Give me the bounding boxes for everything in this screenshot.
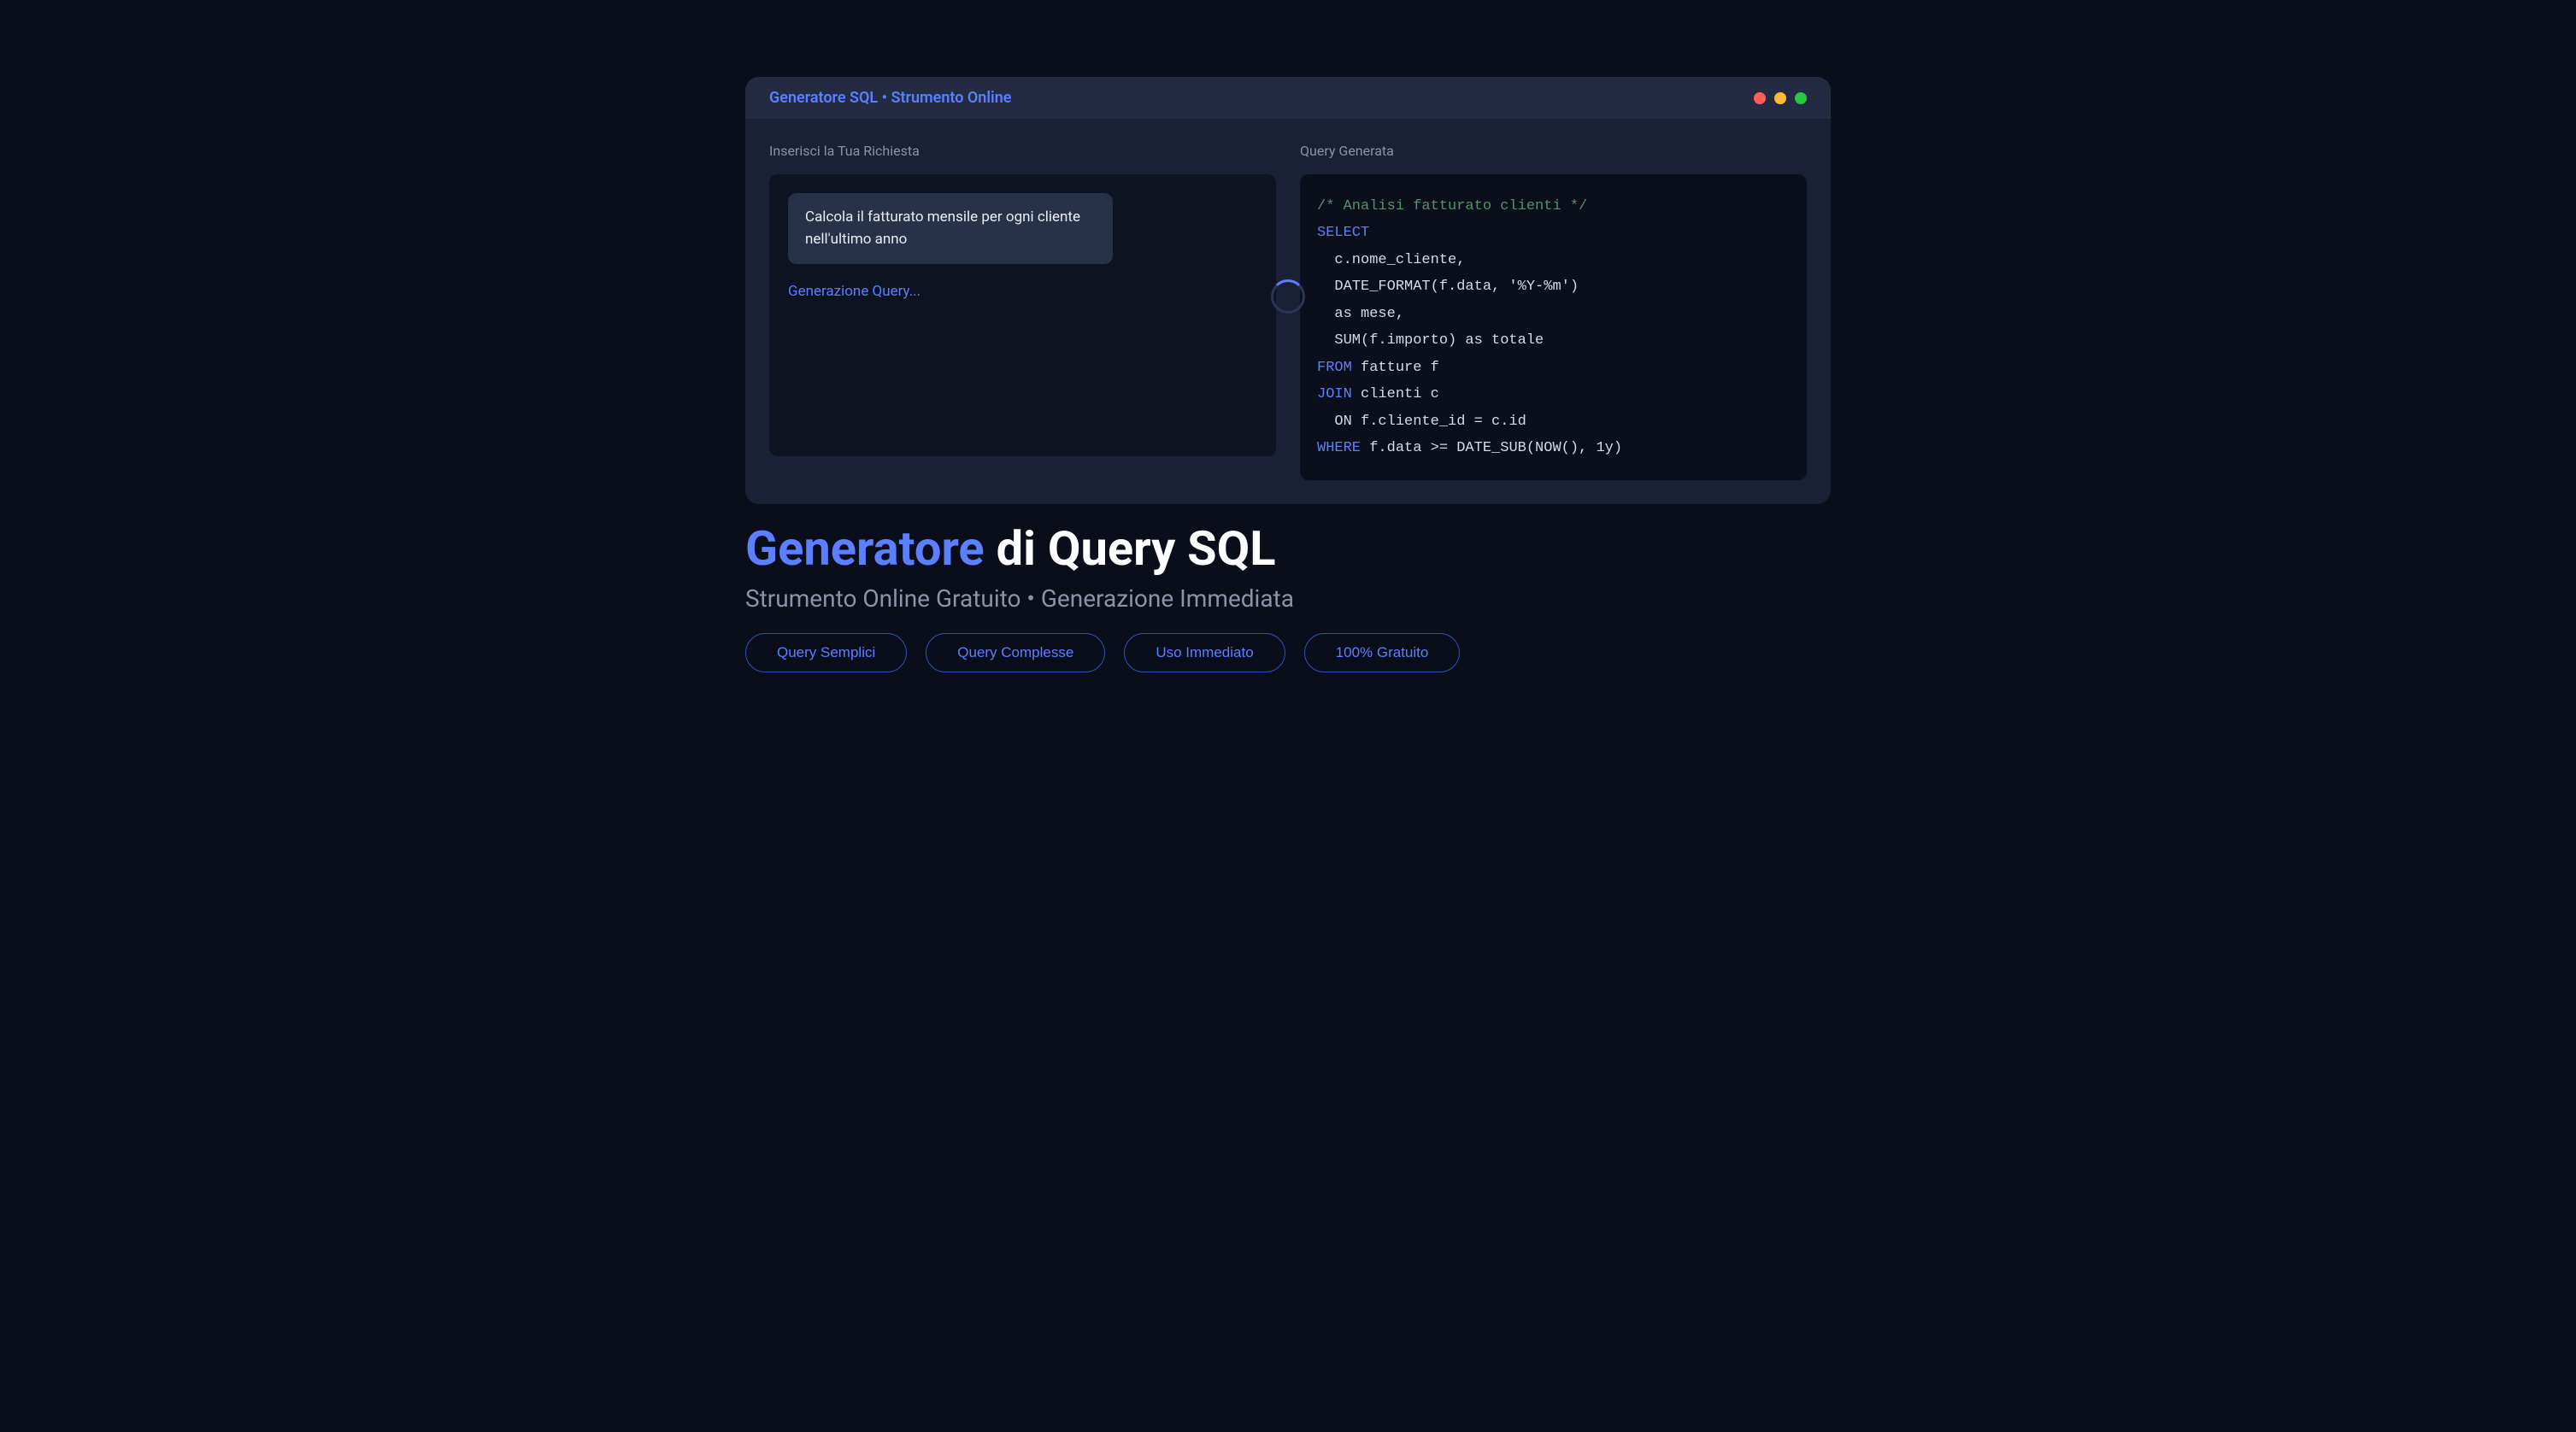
page-subtitle: Strumento Online Gratuito • Generazione … — [745, 584, 1831, 613]
code-line: clienti c — [1352, 386, 1439, 402]
code-line: as mese, — [1317, 306, 1404, 322]
input-label: Inserisci la Tua Richiesta — [769, 143, 1276, 159]
close-icon[interactable] — [1754, 92, 1766, 104]
input-pane: Inserisci la Tua Richiesta Calcola il fa… — [769, 143, 1276, 480]
code-keyword-join: JOIN — [1317, 386, 1352, 402]
output-pane: Query Generata /* Analisi fatturato clie… — [1300, 143, 1807, 480]
code-line: c.nome_cliente, — [1317, 252, 1465, 268]
maximize-icon[interactable] — [1795, 92, 1807, 104]
title-accent: Generatore — [745, 520, 985, 577]
loading-spinner — [1271, 279, 1305, 314]
window-title: Generatore SQL • Strumento Online — [769, 89, 1011, 107]
code-keyword-from: FROM — [1317, 360, 1352, 376]
feature-pills: Query Semplici Query Complesse Uso Immed… — [745, 633, 1831, 672]
code-line: fatture f — [1352, 360, 1439, 376]
code-line: SUM(f.importo) as totale — [1317, 332, 1544, 349]
pill-uso-immediato[interactable]: Uso Immediato — [1124, 633, 1285, 672]
window-header: Generatore SQL • Strumento Online — [745, 77, 1831, 119]
code-comment: /* Analisi fatturato clienti */ — [1317, 198, 1587, 214]
code-keyword-select: SELECT — [1317, 225, 1369, 241]
code-line: DATE_FORMAT(f.data, '%Y-%m') — [1317, 279, 1579, 295]
hero-section: Generatore di Query SQL Strumento Online… — [745, 523, 1831, 672]
pill-query-semplici[interactable]: Query Semplici — [745, 633, 907, 672]
pill-gratuito[interactable]: 100% Gratuito — [1304, 633, 1461, 672]
code-keyword-where: WHERE — [1317, 440, 1361, 456]
pill-query-complesse[interactable]: Query Complesse — [926, 633, 1105, 672]
output-label: Query Generata — [1300, 143, 1807, 159]
user-request-bubble: Calcola il fatturato mensile per ogni cl… — [788, 193, 1113, 264]
input-panel[interactable]: Calcola il fatturato mensile per ogni cl… — [769, 174, 1276, 456]
generating-status: Generazione Query... — [788, 283, 1257, 300]
window-body: Inserisci la Tua Richiesta Calcola il fa… — [745, 119, 1831, 504]
code-line: f.data >= DATE_SUB(NOW(), 1y) — [1361, 440, 1622, 456]
generated-query-code[interactable]: /* Analisi fatturato clienti */ SELECT c… — [1300, 174, 1807, 480]
code-line: ON f.cliente_id = c.id — [1317, 414, 1526, 430]
minimize-icon[interactable] — [1774, 92, 1786, 104]
traffic-lights — [1754, 92, 1807, 104]
page-title: Generatore di Query SQL — [745, 523, 1831, 576]
spinner-icon — [1271, 279, 1305, 314]
title-rest: di Query SQL — [985, 520, 1276, 577]
app-window: Generatore SQL • Strumento Online Inseri… — [745, 77, 1831, 504]
